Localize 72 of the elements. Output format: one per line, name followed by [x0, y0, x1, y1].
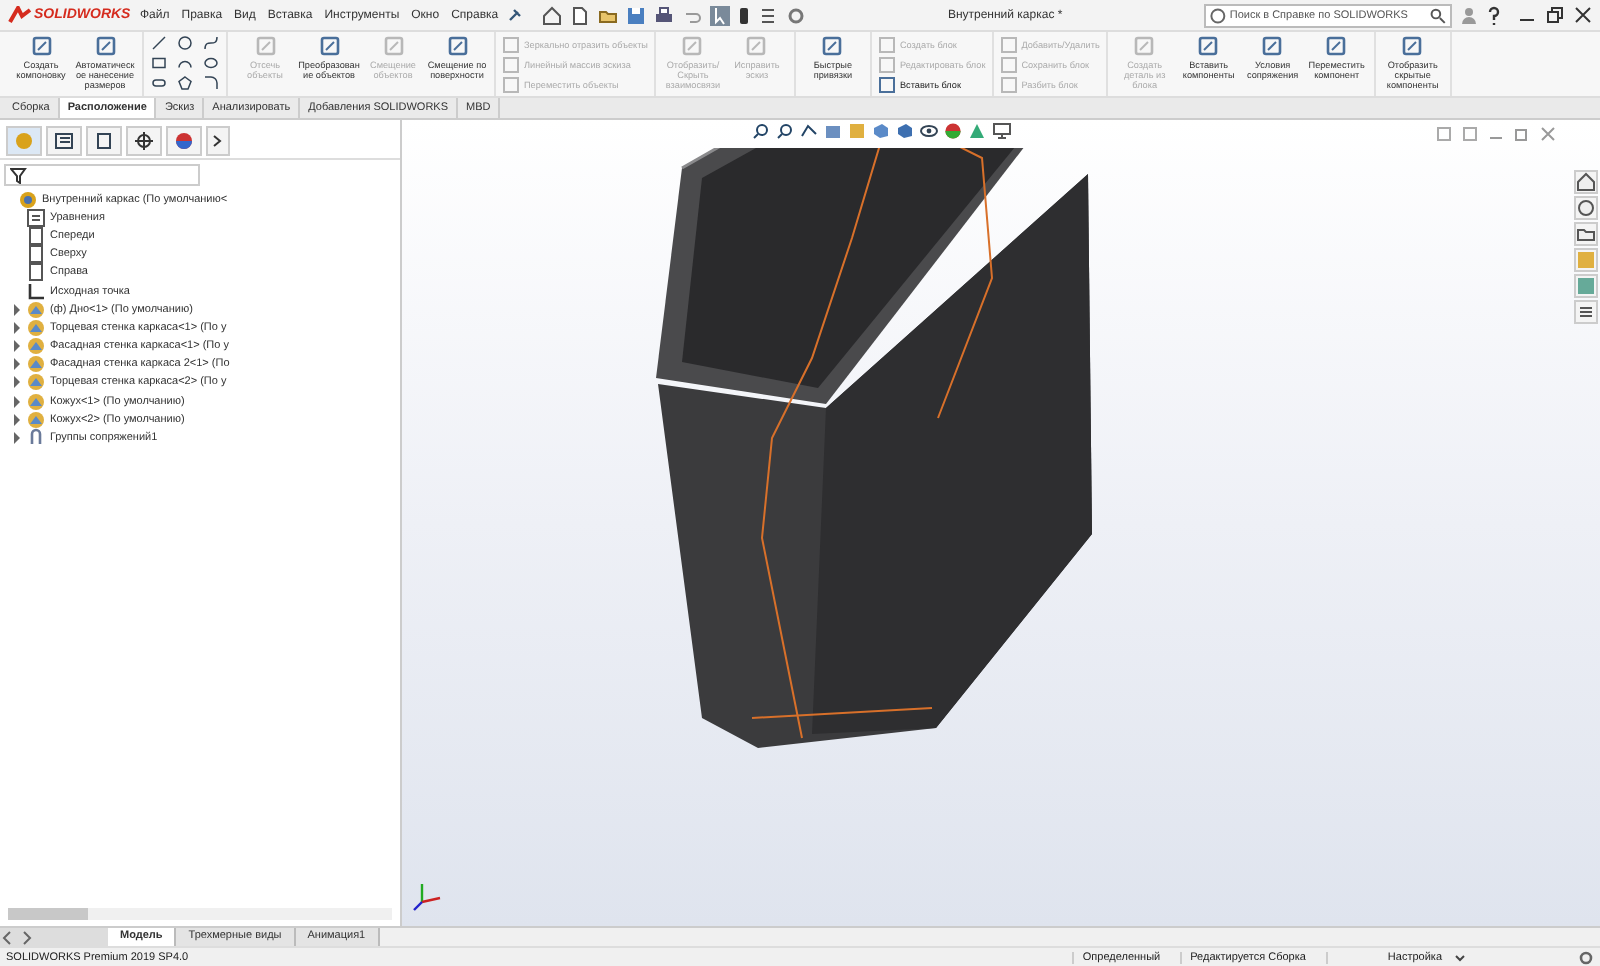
save-icon[interactable]	[626, 5, 647, 25]
tool-icon	[445, 34, 469, 58]
crosshair-icon[interactable]	[126, 126, 162, 156]
tool-icon	[1324, 34, 1349, 58]
caret-right-icon[interactable]	[12, 376, 22, 389]
caret-right-icon[interactable]	[12, 413, 22, 426]
tool-icon	[1132, 34, 1157, 58]
home-icon[interactable]	[542, 5, 563, 25]
caret-right-icon[interactable]	[12, 395, 22, 408]
new-document-icon[interactable]	[570, 5, 591, 25]
paperclip-icon	[26, 428, 46, 449]
logo-icon	[8, 5, 32, 25]
pointer-icon[interactable]	[710, 5, 731, 25]
search-icon	[1430, 7, 1446, 23]
tool-icon	[29, 34, 53, 58]
folder-icon[interactable]	[598, 5, 619, 25]
close-icon[interactable]	[1574, 6, 1592, 24]
property-list-icon[interactable]	[46, 126, 82, 156]
equations-icon	[26, 207, 46, 228]
tool-icon	[253, 34, 277, 58]
list-icon[interactable]	[1574, 300, 1598, 324]
configuration-icon[interactable]	[86, 126, 122, 156]
tool-icon	[680, 34, 705, 58]
plane-icon	[26, 244, 46, 265]
circle-icon[interactable]	[176, 34, 194, 52]
ellipse-icon[interactable]	[202, 54, 220, 72]
appearance-icon[interactable]	[166, 126, 202, 156]
restore-icon[interactable]	[1546, 6, 1564, 24]
filter-icon	[10, 167, 28, 183]
filter-field[interactable]	[4, 164, 200, 186]
caret-right-icon[interactable]	[12, 321, 22, 334]
previous-view-icon[interactable]	[800, 122, 818, 140]
spline-icon[interactable]	[202, 34, 220, 52]
line-icon[interactable]	[150, 34, 168, 52]
monitor-icon[interactable]	[992, 122, 1012, 140]
tool-icon	[1260, 34, 1285, 58]
tile-icon[interactable]	[1462, 126, 1478, 142]
folder-icon[interactable]	[1574, 222, 1598, 246]
caret-right-icon[interactable]	[12, 340, 22, 353]
tool-icon	[1196, 34, 1221, 58]
horizontal-scrollbar[interactable]	[8, 908, 392, 920]
print-icon[interactable]	[654, 5, 675, 25]
appearance-icon[interactable]	[944, 122, 962, 140]
tool-icon	[93, 34, 117, 58]
tool-icon	[744, 34, 769, 58]
caret-right-icon[interactable]	[12, 432, 22, 445]
pin-icon[interactable]	[506, 7, 523, 23]
home-icon[interactable]	[1574, 170, 1598, 194]
origin-icon	[26, 281, 46, 302]
eye-icon[interactable]	[920, 122, 938, 140]
plane-icon	[26, 225, 46, 246]
rectangle-icon[interactable]	[150, 54, 168, 72]
zoom-area-icon[interactable]	[776, 122, 794, 140]
plane-icon	[26, 262, 46, 283]
scroll-right-icon[interactable]	[18, 929, 34, 945]
caret-right-icon[interactable]	[12, 358, 22, 371]
tool-icon	[317, 34, 341, 58]
tool-icon	[1400, 34, 1425, 58]
caret-right-icon[interactable]	[12, 303, 22, 316]
tool-icon	[820, 34, 845, 58]
options-list-icon[interactable]	[758, 5, 779, 25]
caret-icon[interactable]	[1454, 951, 1466, 963]
scroll-left-icon[interactable]	[0, 929, 16, 945]
chevron-right-icon[interactable]	[206, 126, 230, 156]
assembly-icon	[18, 189, 38, 210]
slot-icon[interactable]	[150, 74, 168, 92]
axis-triad-icon	[410, 878, 446, 914]
polygon-icon[interactable]	[176, 74, 194, 92]
zoom-to-fit-icon[interactable]	[752, 122, 770, 140]
tile-icon[interactable]	[1436, 126, 1452, 142]
tool-icon	[381, 34, 405, 58]
fillet-icon[interactable]	[202, 74, 220, 92]
